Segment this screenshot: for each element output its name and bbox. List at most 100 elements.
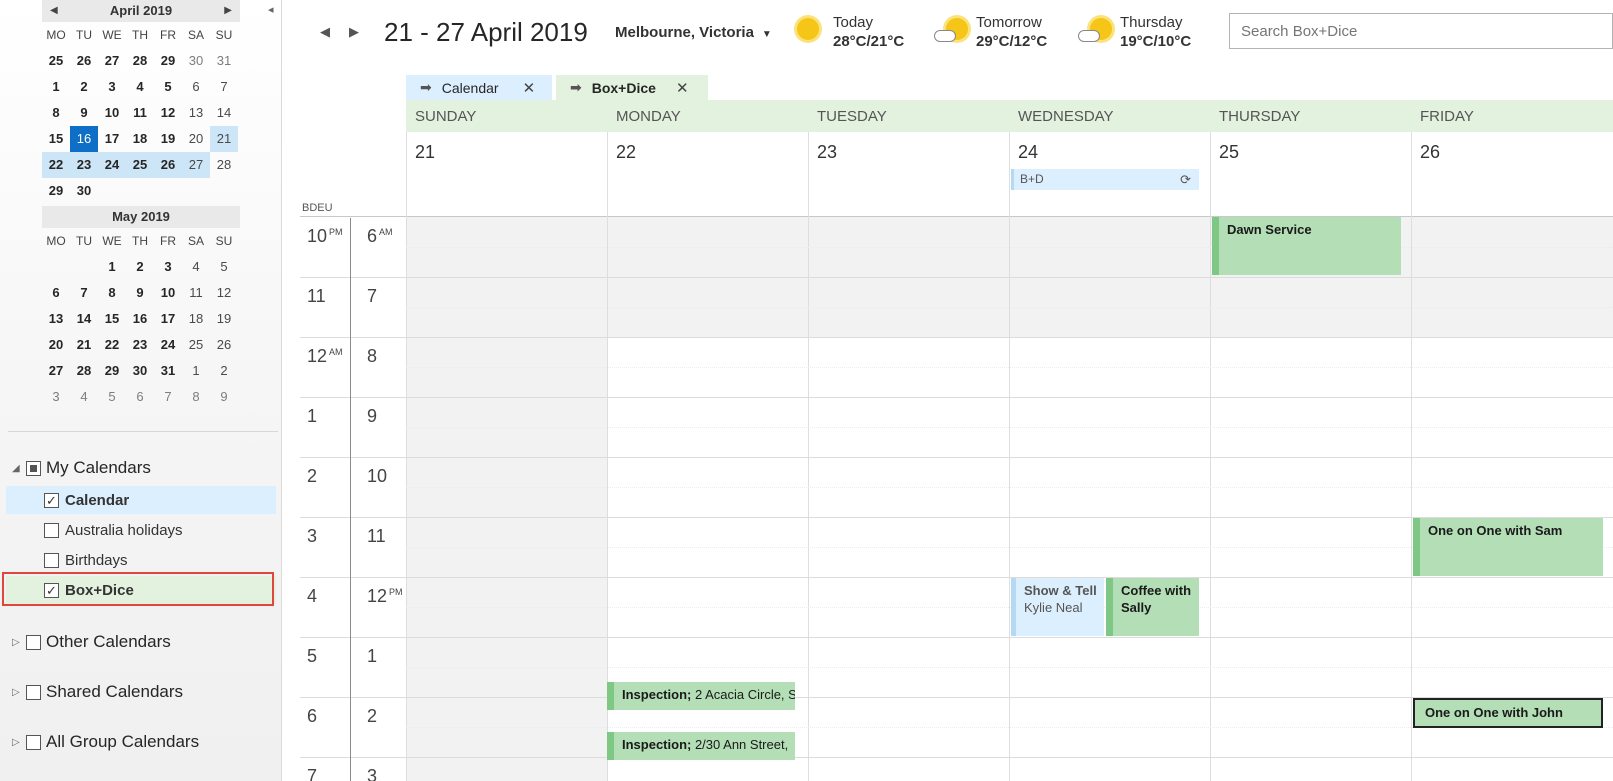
mini-calendar-day[interactable]: 26 [210,332,238,358]
mini-calendar-day[interactable]: 8 [98,280,126,306]
close-icon[interactable]: ✕ [523,79,536,97]
mini-calendar-day[interactable]: 5 [154,74,182,100]
mini-calendar-day[interactable]: 12 [210,280,238,306]
mini-calendar-day[interactable]: 9 [70,100,98,126]
group-checkbox[interactable] [26,734,41,750]
tab-box-dice[interactable]: ➡ Box+Dice ✕ [556,75,708,100]
mini-calendar-day[interactable]: 1 [182,358,210,384]
weather-thursday[interactable]: Thursday 19°C/10°C [1078,14,1191,50]
date-cell[interactable]: 21 [415,142,435,163]
mini-calendar-day[interactable]: 30 [126,358,154,384]
date-cell[interactable]: 25 [1219,142,1239,163]
shared-calendars-group[interactable]: ▷ Shared Calendars [12,680,183,704]
previous-month-icon[interactable]: ◀ [50,0,58,22]
mini-calendar-day[interactable]: 19 [210,306,238,332]
mini-calendar-day[interactable]: 6 [126,384,154,410]
mini-calendar-day[interactable]: 27 [98,48,126,74]
mini-calendar-day[interactable]: 11 [126,100,154,126]
mini-calendar-day[interactable]: 16 [70,126,98,152]
my-calendars-group[interactable]: ◢ My Calendars [12,456,151,480]
mini-calendar-day[interactable]: 21 [70,332,98,358]
mini-calendar-day[interactable]: 14 [70,306,98,332]
close-icon[interactable]: ✕ [676,79,689,97]
mini-calendar-day[interactable]: 20 [42,332,70,358]
calendar-item-calendar[interactable]: ✓ Calendar [6,486,276,514]
group-checkbox[interactable] [26,684,41,700]
mini-calendar-day[interactable]: 23 [70,152,98,178]
mini-calendar-day[interactable]: 8 [182,384,210,410]
mini-calendar-day[interactable]: 3 [42,384,70,410]
mini-calendar-day[interactable]: 29 [98,358,126,384]
collapse-pane-icon[interactable]: ◂ [268,3,274,16]
mini-calendar-day[interactable]: 13 [42,306,70,332]
arrow-right-icon[interactable]: ➡ [420,79,432,96]
mini-calendar-day[interactable]: 4 [126,74,154,100]
mini-calendar-day[interactable]: 1 [42,74,70,100]
event-inspection-ann-street[interactable]: Inspection; 2/30 Ann Street, [607,732,795,760]
mini-calendar-day[interactable]: 2 [210,358,238,384]
mini-calendar-day[interactable]: 20 [182,126,210,152]
calendar-item-box-dice[interactable]: ✓ Box+Dice [6,576,276,604]
group-checkbox[interactable] [26,460,41,476]
mini-calendar-day[interactable]: 26 [154,152,182,178]
mini-calendar-day[interactable]: 25 [182,332,210,358]
mini-calendar-day[interactable]: 28 [70,358,98,384]
mini-calendar-day[interactable]: 28 [210,152,238,178]
mini-calendar-day[interactable]: 6 [42,280,70,306]
event-inspection-acacia-circle[interactable]: Inspection; 2 Acacia Circle, S [607,682,795,710]
mini-calendar-day[interactable]: 18 [182,306,210,332]
mini-calendar-day[interactable]: 24 [98,152,126,178]
mini-calendar-day[interactable]: 15 [42,126,70,152]
mini-calendar-day[interactable]: 10 [154,280,182,306]
mini-calendar-day[interactable]: 4 [182,254,210,280]
mini-calendar-day[interactable]: 13 [182,100,210,126]
mini-calendar-day[interactable]: 15 [98,306,126,332]
mini-calendar-day[interactable]: 24 [154,332,182,358]
event-coffee-with-sally[interactable]: Coffee with Sally [1106,578,1199,636]
date-cell[interactable]: 23 [817,142,837,163]
mini-calendar-day[interactable]: 29 [154,48,182,74]
calendar-checkbox[interactable]: ✓ [44,492,59,508]
other-calendars-group[interactable]: ▷ Other Calendars [12,630,171,654]
next-week-icon[interactable]: ▶ [349,24,359,40]
collapsed-triangle-icon[interactable]: ▷ [12,737,26,748]
arrow-right-icon[interactable]: ➡ [570,79,582,96]
date-cell[interactable]: 22 [616,142,636,163]
mini-calendar-day[interactable]: 4 [70,384,98,410]
weather-today[interactable]: Today 28°C/21°C [791,14,904,50]
next-month-icon[interactable]: ▶ [224,0,232,22]
mini-calendar-day[interactable]: 31 [210,48,238,74]
event-dawn-service[interactable]: Dawn Service [1212,217,1401,275]
mini-calendar-day[interactable]: 21 [210,126,238,152]
mini-calendar-day[interactable]: 7 [70,280,98,306]
mini-calendar-day[interactable]: 6 [182,74,210,100]
mini-calendar-day[interactable]: 8 [42,100,70,126]
mini-calendar-day[interactable]: 29 [42,178,70,204]
mini-calendar-day[interactable]: 27 [42,358,70,384]
mini-calendar-day[interactable]: 18 [126,126,154,152]
weather-tomorrow[interactable]: Tomorrow 29°C/12°C [934,14,1047,50]
mini-calendar-day[interactable]: 3 [98,74,126,100]
date-cell[interactable]: 26 [1420,142,1440,163]
mini-calendar-day[interactable]: 26 [70,48,98,74]
mini-calendar-day[interactable]: 12 [154,100,182,126]
mini-calendar-day[interactable]: 23 [126,332,154,358]
mini-calendar-day[interactable]: 11 [182,280,210,306]
event-show-and-tell[interactable]: Show & Tell Kylie Neal [1011,578,1104,636]
all-day-event-bd[interactable]: B+D ⟳ [1011,169,1199,190]
mini-calendar-day[interactable]: 25 [42,48,70,74]
mini-calendar-day[interactable]: 27 [182,152,210,178]
collapsed-triangle-icon[interactable]: ▷ [12,687,26,698]
mini-calendar-day[interactable]: 10 [98,100,126,126]
group-calendars-group[interactable]: ▷ All Group Calendars [12,730,199,754]
mini-calendar-day[interactable]: 3 [154,254,182,280]
mini-calendar-day[interactable]: 30 [70,178,98,204]
date-cell[interactable]: 24 [1018,142,1038,163]
mini-calendar-day[interactable]: 30 [182,48,210,74]
group-checkbox[interactable] [26,634,41,650]
mini-calendar-day[interactable]: 9 [210,384,238,410]
calendar-item-australia-holidays[interactable]: Australia holidays [6,516,276,544]
calendar-checkbox[interactable]: ✓ [44,582,59,598]
mini-calendar-day[interactable]: 5 [210,254,238,280]
tab-calendar[interactable]: ➡ Calendar ✕ [406,75,552,100]
